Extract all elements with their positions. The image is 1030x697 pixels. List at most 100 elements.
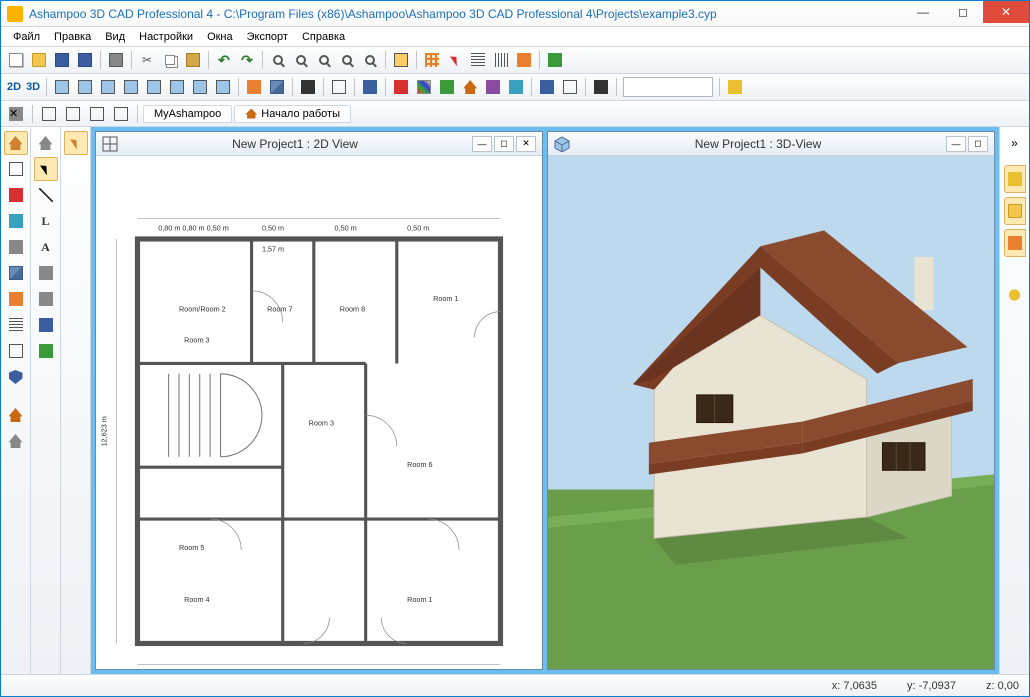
maximize-button[interactable]: ◻ xyxy=(943,1,983,23)
obj1-button[interactable] xyxy=(243,76,265,98)
tool-c-button[interactable] xyxy=(86,103,108,125)
tool-rect-icon[interactable] xyxy=(4,157,28,181)
view-tile8-button[interactable] xyxy=(212,76,234,98)
right-expand-icon[interactable]: » xyxy=(1003,131,1027,155)
grid-button[interactable] xyxy=(421,49,443,71)
tab-myashampoo[interactable]: MyAshampoo xyxy=(143,105,232,123)
view-tile2-button[interactable] xyxy=(74,76,96,98)
mode-3d-label[interactable]: 3D xyxy=(24,81,42,93)
tool-cursor-icon[interactable] xyxy=(34,157,58,181)
snap-button[interactable] xyxy=(467,49,489,71)
pane-3d-min-button[interactable]: — xyxy=(946,136,966,152)
tool-lines-icon[interactable] xyxy=(4,313,28,337)
save-button[interactable] xyxy=(51,49,73,71)
view-tile5-button[interactable] xyxy=(143,76,165,98)
obj10-button[interactable] xyxy=(482,76,504,98)
obj7-button[interactable] xyxy=(413,76,435,98)
tool-dim2-icon[interactable] xyxy=(34,287,58,311)
obj12-button[interactable] xyxy=(536,76,558,98)
pane-2d-max-button[interactable]: ◻ xyxy=(494,136,514,152)
tool-red-icon[interactable] xyxy=(4,183,28,207)
cut-button[interactable]: ✂ xyxy=(136,49,158,71)
pane-2d-body[interactable]: Room/Room 2 Room 3 Room 7 Room 8 Room 1 … xyxy=(96,156,542,669)
tool-b-button[interactable] xyxy=(62,103,84,125)
measure-button[interactable] xyxy=(513,49,535,71)
tool-home2-icon[interactable] xyxy=(34,131,58,155)
menu-view[interactable]: Вид xyxy=(99,29,131,45)
tool-tree-icon[interactable] xyxy=(34,339,58,363)
tab-start[interactable]: Начало работы xyxy=(234,105,351,123)
menu-settings[interactable]: Настройки xyxy=(133,29,199,45)
mode-2d-label[interactable]: 2D xyxy=(5,81,23,93)
layer-select[interactable] xyxy=(623,77,713,97)
lock-button[interactable] xyxy=(724,76,746,98)
obj2-button[interactable] xyxy=(266,76,288,98)
tool-square-icon[interactable] xyxy=(4,339,28,363)
menu-file[interactable]: Файл xyxy=(7,29,46,45)
paste-button[interactable] xyxy=(182,49,204,71)
zoom-in-button[interactable] xyxy=(267,49,289,71)
obj9-button[interactable] xyxy=(459,76,481,98)
pointer-button[interactable] xyxy=(444,49,466,71)
open-button[interactable] xyxy=(28,49,50,71)
obj5-button[interactable] xyxy=(359,76,381,98)
tool-wrench-button[interactable]: ✕ xyxy=(5,103,27,125)
obj6-button[interactable] xyxy=(390,76,412,98)
right-tab-1[interactable] xyxy=(1004,165,1026,193)
tool-dim1-icon[interactable] xyxy=(34,261,58,285)
right-person-icon[interactable] xyxy=(1003,283,1027,307)
tool-stairs-icon[interactable] xyxy=(4,287,28,311)
obj13-button[interactable] xyxy=(559,76,581,98)
tool-shield-icon[interactable] xyxy=(4,365,28,389)
tool-window-icon[interactable] xyxy=(4,209,28,233)
zoom-window-button[interactable] xyxy=(336,49,358,71)
view-tile3-button[interactable] xyxy=(97,76,119,98)
new-button[interactable] xyxy=(5,49,27,71)
menu-export[interactable]: Экспорт xyxy=(241,29,294,45)
print-button[interactable] xyxy=(105,49,127,71)
view-tile7-button[interactable] xyxy=(189,76,211,98)
view-tile6-button[interactable] xyxy=(166,76,188,98)
copy-button[interactable] xyxy=(159,49,181,71)
pane-3d-max-button[interactable]: ◻ xyxy=(968,136,988,152)
zoom-reset-button[interactable] xyxy=(359,49,381,71)
pane-3d-body[interactable] xyxy=(548,156,994,669)
tool-home-icon[interactable] xyxy=(4,131,28,155)
layers-button[interactable] xyxy=(544,49,566,71)
tool-line-icon[interactable] xyxy=(34,183,58,207)
undo-button[interactable]: ↶ xyxy=(213,49,235,71)
guides-button[interactable] xyxy=(490,49,512,71)
right-tab-3[interactable] xyxy=(1004,229,1026,257)
tool-house2-icon[interactable] xyxy=(4,403,28,427)
zoom-fit-button[interactable] xyxy=(313,49,335,71)
menu-edit[interactable]: Правка xyxy=(48,29,97,45)
tool-d-button[interactable] xyxy=(110,103,132,125)
tool-grid-icon[interactable] xyxy=(4,235,28,259)
minimize-button[interactable]: — xyxy=(903,1,943,23)
obj3-button[interactable] xyxy=(297,76,319,98)
tool-select-icon[interactable] xyxy=(64,131,88,155)
view-tile1-button[interactable] xyxy=(51,76,73,98)
view-tile4-button[interactable] xyxy=(120,76,142,98)
tool-house3-icon[interactable] xyxy=(4,429,28,453)
obj14-button[interactable] xyxy=(590,76,612,98)
tool-text-a-icon[interactable]: A xyxy=(34,235,58,259)
obj8-button[interactable] xyxy=(436,76,458,98)
right-tab-2[interactable] xyxy=(1004,197,1026,225)
obj4-button[interactable] xyxy=(328,76,350,98)
menu-windows[interactable]: Окна xyxy=(201,29,239,45)
menu-help[interactable]: Справка xyxy=(296,29,351,45)
zoom-out-button[interactable] xyxy=(290,49,312,71)
tool-a-button[interactable] xyxy=(38,103,60,125)
obj11-button[interactable] xyxy=(505,76,527,98)
tool-element-icon[interactable] xyxy=(34,313,58,337)
save-as-button[interactable] xyxy=(74,49,96,71)
tool-text-l-icon[interactable]: L xyxy=(34,209,58,233)
status-x: x: 7,0635 xyxy=(832,680,877,692)
pane-2d-close-button[interactable]: ✕ xyxy=(516,136,536,152)
close-button[interactable]: ✕ xyxy=(983,1,1029,23)
redo-button[interactable]: ↷ xyxy=(236,49,258,71)
tool-cube-icon[interactable] xyxy=(4,261,28,285)
select-tool-button[interactable] xyxy=(390,49,412,71)
pane-2d-min-button[interactable]: — xyxy=(472,136,492,152)
